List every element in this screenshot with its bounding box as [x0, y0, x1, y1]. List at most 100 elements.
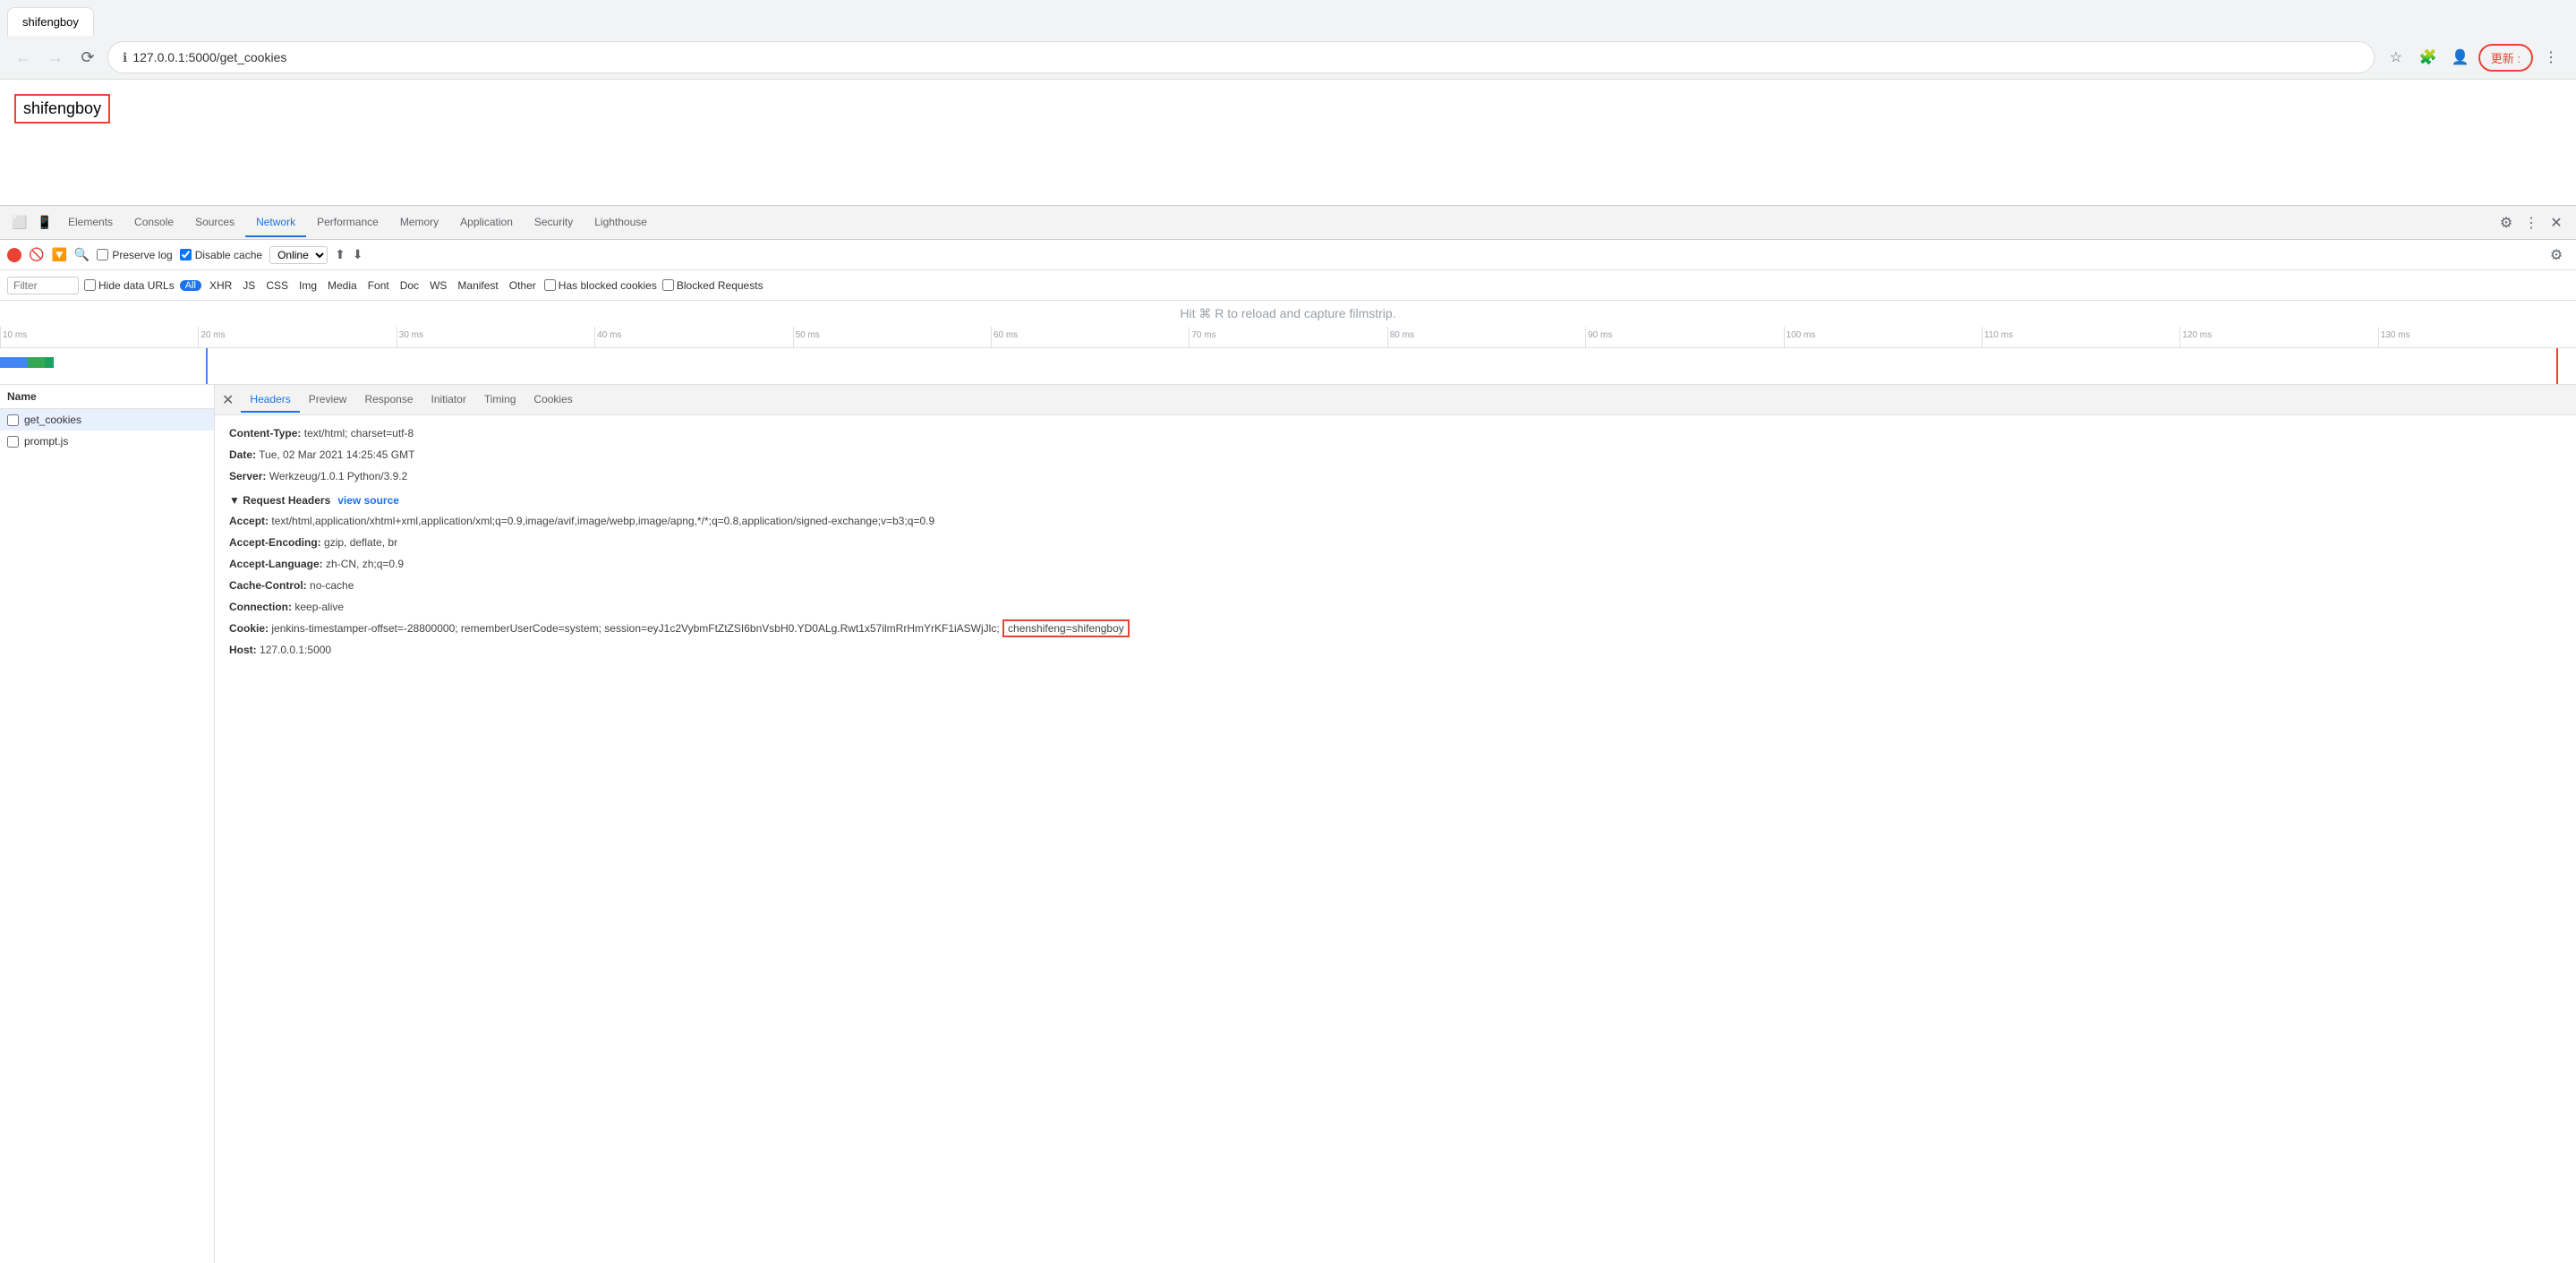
header-key: Accept-Language: — [229, 558, 323, 570]
detail-panel: ✕ Headers Preview Response Initiator Tim… — [215, 385, 2576, 1263]
filter-css[interactable]: CSS — [263, 278, 291, 293]
filter-bar: Hide data URLs All XHR JS CSS Img Media … — [0, 270, 2576, 301]
filter-button[interactable]: 🔽 — [51, 247, 66, 262]
file-name: get_cookies — [24, 414, 81, 426]
device-toolbar-button[interactable]: 📱 — [32, 210, 57, 235]
throttle-select[interactable]: Online — [269, 246, 328, 264]
tick-100ms: 100 ms — [1784, 327, 1982, 347]
header-key: Connection: — [229, 601, 292, 613]
filter-xhr[interactable]: XHR — [207, 278, 235, 293]
tick-20ms: 20 ms — [198, 327, 396, 347]
cookie-header-key: Cookie: — [229, 622, 269, 635]
back-button[interactable]: ← — [11, 45, 36, 70]
timeline-bar — [0, 357, 54, 368]
address-text: 127.0.0.1:5000/get_cookies — [132, 50, 286, 64]
preserve-log-label[interactable]: Preserve log — [97, 249, 172, 261]
blocked-requests-checkbox[interactable] — [662, 279, 674, 291]
header-key: Host: — [229, 644, 257, 656]
forward-button[interactable]: → — [43, 45, 68, 70]
profile-button[interactable]: 👤 — [2446, 43, 2475, 72]
filter-ws[interactable]: WS — [427, 278, 449, 293]
inspect-element-button[interactable]: ⬜ — [7, 210, 32, 235]
tab-application[interactable]: Application — [449, 209, 524, 237]
tab-security[interactable]: Security — [524, 209, 584, 237]
security-icon: ℹ — [123, 50, 127, 65]
upload-icon: ⬆ — [335, 247, 345, 262]
record-button[interactable] — [7, 248, 21, 262]
tab-console[interactable]: Console — [124, 209, 184, 237]
hide-data-urls-checkbox[interactable] — [84, 279, 96, 291]
header-key: Cache-Control: — [229, 579, 307, 592]
header-row: Connection: keep-alive — [229, 596, 2562, 618]
tab-network[interactable]: Network — [245, 209, 306, 237]
filter-js[interactable]: JS — [240, 278, 258, 293]
file-checkbox[interactable] — [7, 436, 19, 448]
detail-tab-headers[interactable]: Headers — [241, 388, 299, 413]
header-key: Server: — [229, 470, 266, 482]
devtools-settings-button[interactable]: ⚙ — [2494, 210, 2519, 235]
filter-manifest[interactable]: Manifest — [455, 278, 500, 293]
bar-segment-blue — [0, 357, 27, 368]
hide-data-urls-label[interactable]: Hide data URLs — [84, 279, 175, 292]
disable-cache-checkbox[interactable] — [180, 249, 192, 260]
tab-lighthouse[interactable]: Lighthouse — [584, 209, 658, 237]
network-toolbar: 🚫 🔽 🔍 Preserve log Disable cache Online … — [0, 240, 2576, 270]
detail-tab-bar: ✕ Headers Preview Response Initiator Tim… — [215, 385, 2576, 415]
tick-110ms: 110 ms — [1982, 327, 2179, 347]
header-val: keep-alive — [294, 601, 344, 613]
filter-font[interactable]: Font — [365, 278, 392, 293]
browser-tab[interactable]: shifengboy — [7, 7, 94, 36]
tab-label: shifengboy — [22, 15, 79, 29]
timeline-area: Hit ⌘ R to reload and capture filmstrip.… — [0, 301, 2576, 385]
filter-media[interactable]: Media — [325, 278, 360, 293]
download-icon: ⬇ — [353, 247, 363, 262]
tab-memory[interactable]: Memory — [389, 209, 449, 237]
address-bar[interactable]: ℹ 127.0.0.1:5000/get_cookies — [107, 41, 2375, 73]
list-item[interactable]: get_cookies — [0, 409, 214, 431]
tab-elements[interactable]: Elements — [57, 209, 124, 237]
preserve-log-checkbox[interactable] — [97, 249, 108, 260]
file-checkbox[interactable] — [7, 414, 19, 426]
detail-close-button[interactable]: ✕ — [222, 391, 234, 409]
search-button[interactable]: 🔍 — [74, 247, 90, 262]
has-blocked-cookies-checkbox[interactable] — [544, 279, 556, 291]
clear-button[interactable]: 🚫 — [29, 247, 44, 262]
header-val: zh-CN, zh;q=0.9 — [326, 558, 404, 570]
menu-button[interactable]: ⋮ — [2537, 43, 2565, 72]
list-item[interactable]: prompt.js — [0, 431, 214, 452]
devtools-close-button[interactable]: ✕ — [2544, 210, 2569, 235]
filter-all-badge[interactable]: All — [180, 280, 201, 291]
section-toggle[interactable]: ▼ Request Headers — [229, 494, 330, 507]
filter-other[interactable]: Other — [507, 278, 539, 293]
filter-input[interactable] — [7, 277, 79, 294]
view-source-link[interactable]: view source — [337, 494, 399, 507]
cookie-header-val: jenkins-timestamper-offset=-28800000; re… — [271, 622, 999, 635]
blocked-requests-label[interactable]: Blocked Requests — [662, 279, 763, 292]
timeline-bar-area — [0, 348, 2576, 384]
timeline-end-line — [2556, 348, 2558, 384]
disable-cache-label[interactable]: Disable cache — [180, 249, 262, 261]
update-button[interactable]: 更新 : — [2478, 44, 2533, 72]
has-blocked-cookies-label[interactable]: Has blocked cookies — [544, 279, 657, 292]
detail-tab-response[interactable]: Response — [355, 388, 422, 413]
bookmark-button[interactable]: ☆ — [2382, 43, 2410, 72]
network-settings-button[interactable]: ⚙ — [2544, 243, 2569, 268]
reload-button[interactable]: ⟳ — [75, 45, 100, 70]
file-list: Name get_cookies prompt.js — [0, 385, 215, 1263]
header-row: Accept-Language: zh-CN, zh;q=0.9 — [229, 553, 2562, 575]
devtools-more-button[interactable]: ⋮ — [2519, 210, 2544, 235]
filter-doc[interactable]: Doc — [397, 278, 422, 293]
tab-sources[interactable]: Sources — [184, 209, 245, 237]
detail-tab-initiator[interactable]: Initiator — [422, 388, 475, 413]
detail-tab-preview[interactable]: Preview — [300, 388, 356, 413]
tab-performance[interactable]: Performance — [306, 209, 389, 237]
filter-img[interactable]: Img — [296, 278, 320, 293]
detail-tab-cookies[interactable]: Cookies — [525, 388, 581, 413]
tick-30ms: 30 ms — [397, 327, 594, 347]
headers-content: Content-Type: text/html; charset=utf-8 D… — [215, 415, 2576, 668]
detail-tab-timing[interactable]: Timing — [475, 388, 525, 413]
cookie-highlight-value: chenshifeng=shifengboy — [1002, 619, 1130, 637]
header-row: Accept: text/html,application/xhtml+xml,… — [229, 510, 2562, 532]
extension-button[interactable]: 🧩 — [2414, 43, 2443, 72]
header-row: Content-Type: text/html; charset=utf-8 — [229, 422, 2562, 444]
